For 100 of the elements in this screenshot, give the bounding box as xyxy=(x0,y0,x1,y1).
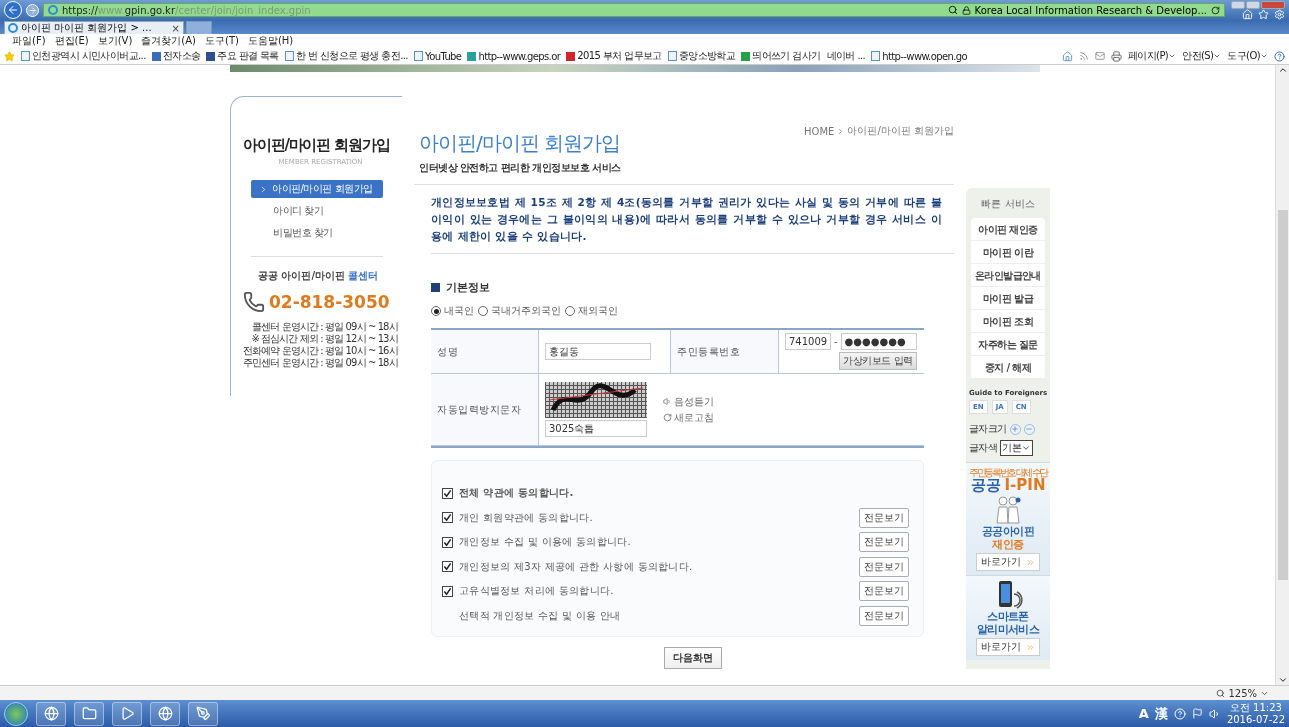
id-number-field[interactable]: 741009 xyxy=(785,333,831,350)
agreement-label: 개인 회원약관에 동의합니다. xyxy=(459,510,594,525)
next-button[interactable]: 다음화면 xyxy=(663,647,722,669)
globe-taskbar-icon[interactable] xyxy=(150,701,180,726)
favorite-link[interactable]: 중앙소방학교 xyxy=(667,49,736,63)
radio-button[interactable] xyxy=(431,306,441,316)
quick-menu-item[interactable]: 아이핀 재인증 xyxy=(971,218,1045,241)
start-button[interactable] xyxy=(4,701,28,726)
name-field[interactable]: 홍길동 xyxy=(545,343,651,360)
favorite-link[interactable]: 전자소송 xyxy=(151,49,201,63)
password-field[interactable]: ●●●●●●● xyxy=(840,333,917,350)
font-color-label: 글자색 xyxy=(969,441,998,455)
quick-menu-item[interactable]: 마이핀 조회 xyxy=(971,310,1045,333)
breadcrumb-link[interactable]: 아이핀/마이핀 회원가입 xyxy=(847,124,954,138)
minimize-button[interactable] xyxy=(1231,0,1245,9)
volume-icon[interactable] xyxy=(1208,707,1221,720)
quick-menu-item[interactable]: 중지 / 해제 xyxy=(971,356,1045,379)
virtual-keyboard-button[interactable]: 가상키보드 입력 xyxy=(839,352,917,370)
zoom-level[interactable]: 125% xyxy=(1228,687,1257,699)
sidebar-item[interactable]: 비밀번호 찾기 xyxy=(251,224,383,242)
menu-item[interactable]: 도구(T) xyxy=(205,34,239,48)
quick-menu-item[interactable]: 자주하는 질문 xyxy=(971,333,1045,356)
ime-hanja[interactable]: 漢 xyxy=(1154,704,1168,723)
settings-icon[interactable] xyxy=(1274,8,1285,20)
favorite-link[interactable]: 2015 부처 업무보고 xyxy=(566,49,662,63)
command-menu[interactable]: 안전(S) xyxy=(1182,49,1222,63)
scroll-up-icon[interactable] xyxy=(1277,65,1288,75)
checkbox[interactable] xyxy=(442,536,453,548)
audio-link[interactable]: 음성듣기 xyxy=(663,394,714,409)
agreement-label: 개인정보의 제3자 제공에 관한 사항에 동의합니다. xyxy=(459,559,693,574)
favorite-link[interactable]: 주요 판결 목록 xyxy=(206,49,279,63)
quick-menu-item[interactable]: 마이핀 발급 xyxy=(971,287,1045,310)
radio-button[interactable] xyxy=(565,306,575,316)
view-full-text-button[interactable]: 전문보기 xyxy=(859,507,909,528)
address-bar[interactable]: https://www.gpin.go.kr/center/join/join_index.gpin Korea Local Information Research & Develop... xyxy=(43,3,1225,17)
menu-item[interactable]: 보기(V) xyxy=(97,34,133,48)
forward-button[interactable] xyxy=(26,3,39,17)
go-button[interactable]: 바로가기 xyxy=(976,638,1040,656)
pen-taskbar-icon[interactable] xyxy=(188,701,218,726)
back-button[interactable] xyxy=(4,1,22,19)
search-icon[interactable] xyxy=(947,5,958,15)
menu-item[interactable]: 파일(F) xyxy=(12,34,46,48)
favorite-link[interactable]: http--www.geps.or xyxy=(467,50,561,62)
quick-menu-item[interactable]: 온라인발급안내 xyxy=(971,264,1045,287)
menu-item[interactable]: 도움말(H) xyxy=(247,34,294,48)
refresh-icon[interactable] xyxy=(1211,5,1220,15)
site-identity: Korea Local Information Research & Develop... xyxy=(974,4,1207,16)
command-menu[interactable]: 도구(O) xyxy=(1227,49,1268,63)
folder-taskbar-icon[interactable] xyxy=(74,701,104,726)
field-label: 주민등록번호 xyxy=(677,344,740,359)
view-full-text-button[interactable]: 전문보기 xyxy=(859,581,909,602)
speaker-icon xyxy=(663,397,672,406)
scroll-down-icon[interactable] xyxy=(1277,675,1288,685)
view-full-text-button[interactable]: 전문보기 xyxy=(859,556,909,577)
checkbox[interactable] xyxy=(442,487,453,499)
command-menu[interactable]: 페이지(P) xyxy=(1127,49,1177,63)
favorite-link[interactable]: http--www.open.go xyxy=(871,50,968,62)
menu-item[interactable]: 편집(E) xyxy=(54,34,89,48)
sidebar-item[interactable]: 아이디 찾기 xyxy=(251,202,383,220)
banner-text: 재인증 xyxy=(992,538,1024,551)
clock[interactable]: 오전 11:23 2016-07-22 xyxy=(1226,701,1285,726)
favorite-link[interactable]: YouTube xyxy=(413,50,462,62)
star-icon[interactable] xyxy=(1258,8,1269,20)
checkbox[interactable] xyxy=(442,561,453,573)
ime-mode[interactable]: A xyxy=(1138,706,1149,721)
home-icon[interactable] xyxy=(1061,50,1073,62)
refresh-link[interactable]: 새로고침 xyxy=(663,410,714,425)
favorite-link[interactable]: 인천광역시 시민사이버교... xyxy=(21,49,146,63)
sidebar-title: 아이핀/마이핀 회원가입 xyxy=(243,135,390,155)
favorite-link[interactable]: 네이버 ... xyxy=(826,49,866,63)
browser-taskbar-icon[interactable] xyxy=(36,701,66,726)
consent-notice: 개인정보보호법 제 15조 제 2항 제 4조(동의를 거부할 권리가 있다는 사실 및 동의 거부에 따른 불이익이 있는 경우에는 그 불이익의 내용)에 따라서 동의를 거부할 수 있으나 거부할 경우 서비스 이용에 제한이 있을 수 있습니다. xyxy=(430,195,943,244)
quick-menu-item[interactable]: 마이핀 이란 xyxy=(971,241,1045,264)
url-text: https://www.gpin.go.kr/center/join/join_index.gpin xyxy=(62,4,311,16)
favorite-link[interactable]: 띄어쓰기 검사기 xyxy=(741,49,821,63)
caret-icon xyxy=(1213,52,1222,60)
breadcrumb-link[interactable]: HOME xyxy=(804,125,835,137)
scroll-thumb[interactable] xyxy=(1277,210,1288,580)
favorite-link[interactable]: 한 번 신청으로 평생 충전... xyxy=(284,49,408,63)
scrollbar[interactable] xyxy=(1275,65,1289,685)
maximize-button[interactable] xyxy=(1246,0,1260,9)
checkbox[interactable] xyxy=(442,512,453,524)
view-full-text-button[interactable]: 전문보기 xyxy=(859,532,909,553)
checkbox[interactable] xyxy=(442,585,453,597)
radio-label: 국내거주외국인 xyxy=(491,304,561,318)
flag-icon[interactable] xyxy=(1191,708,1203,719)
go-button[interactable]: 바로가기 xyxy=(976,553,1040,571)
captcha-field[interactable]: 3025숙톱 xyxy=(545,420,647,437)
telephone-icon xyxy=(243,291,265,313)
view-full-text-button[interactable]: 전문보기 xyxy=(859,605,909,626)
feed-icon[interactable] xyxy=(1078,51,1089,61)
print-icon[interactable] xyxy=(1110,50,1122,62)
sidebar-item[interactable]: 아이핀/마이핀 회원가입 xyxy=(251,180,383,198)
player-taskbar-icon[interactable] xyxy=(112,701,142,726)
radio-button[interactable] xyxy=(478,306,488,316)
mail-icon[interactable] xyxy=(1094,51,1105,61)
font-color-select[interactable]: 기본 xyxy=(1000,440,1033,456)
menu-item[interactable]: 즐겨찾기(A) xyxy=(141,34,196,48)
browser-tab[interactable]: 아이핀 마이핀 회원가입 > ... × xyxy=(4,21,184,34)
help-icon[interactable] xyxy=(1274,50,1285,62)
